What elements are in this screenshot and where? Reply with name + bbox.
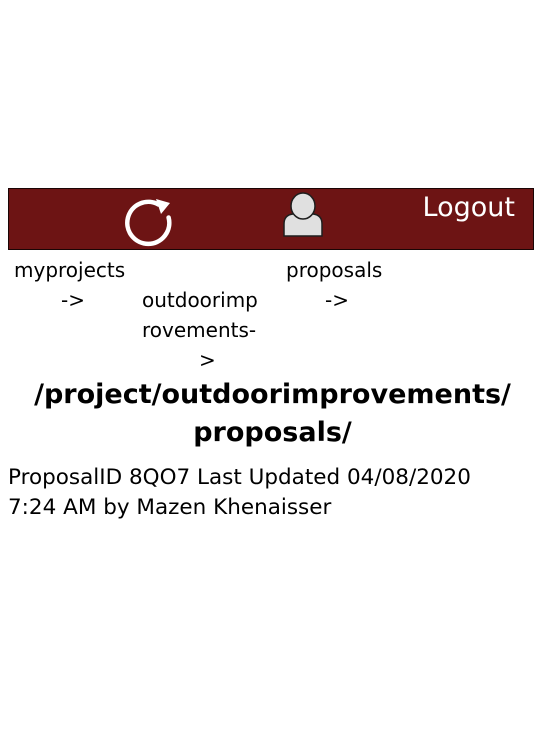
breadcrumb-outdoorimprovements-link-part1[interactable]: outdoorimp [142,285,258,315]
refresh-icon[interactable] [120,196,178,248]
top-navigation-bar: Logout [8,188,534,250]
breadcrumb-separator: > [199,348,216,372]
proposal-info-text: ProposalID 8QO7 Last Updated 04/08/2020 … [8,465,471,520]
user-avatar-icon[interactable] [280,192,326,238]
breadcrumb-myprojects-link[interactable]: myprojects [14,255,125,285]
logout-button[interactable]: Logout [423,192,515,223]
page-path-heading: /project/outdoorimprovements/ proposals/ [0,376,536,452]
page-path-line: proposals/ [193,417,352,448]
breadcrumb-separator: -> [325,288,349,312]
breadcrumb-separator: -> [61,288,85,312]
page-path-line: /project/outdoorimprovements/ [34,379,511,410]
breadcrumb-proposals-link[interactable]: proposals [286,255,382,285]
breadcrumb-outdoorimprovements-link-part2[interactable]: rovements- [142,315,256,345]
